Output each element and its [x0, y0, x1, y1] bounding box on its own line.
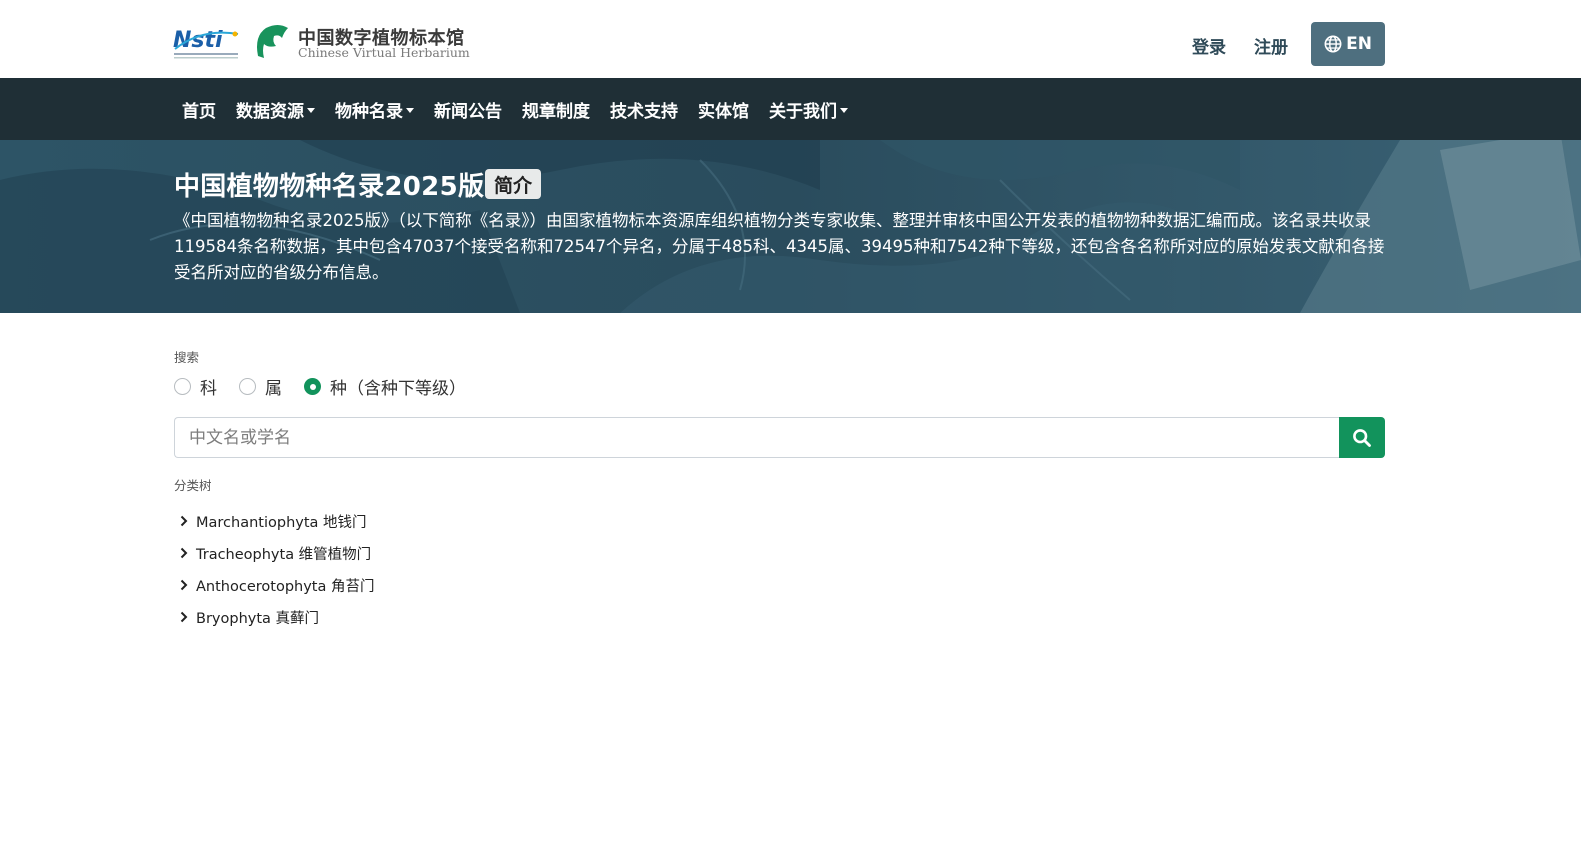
- tree-node-marchantiophyta[interactable]: Marchantiophyta 地钱门: [178, 505, 374, 537]
- main-navbar: 首页 数据资源 物种名录 新闻公告 规章制度 技术支持 实体馆 关于我们: [0, 78, 1581, 140]
- tree-node-tracheophyta[interactable]: Tracheophyta 维管植物门: [178, 537, 374, 569]
- radio-label: 属: [265, 379, 282, 399]
- nav-item-data-resources[interactable]: 数据资源: [226, 97, 325, 122]
- search-input[interactable]: [174, 417, 1340, 458]
- radio-label: 科: [200, 379, 217, 399]
- nav-item-physical-museum[interactable]: 实体馆: [688, 97, 759, 122]
- taxonomy-tree: Marchantiophyta 地钱门 Tracheophyta 维管植物门 A…: [178, 505, 374, 633]
- search-section-label: 搜索: [174, 350, 200, 365]
- search-button[interactable]: [1339, 417, 1385, 458]
- nav-item-label: 新闻公告: [434, 101, 502, 122]
- tree-node-label: Bryophyta 真藓门: [196, 610, 320, 627]
- language-switch-label: EN: [1346, 34, 1372, 54]
- nav-item-home[interactable]: 首页: [172, 97, 226, 122]
- chevron-right-icon[interactable]: [178, 611, 190, 623]
- search-icon: [1353, 428, 1371, 447]
- nav-item-label: 关于我们: [769, 101, 837, 122]
- tree-node-bryophyta[interactable]: Bryophyta 真藓门: [178, 601, 374, 633]
- tree-node-label: Anthocerotophyta 角苔门: [196, 578, 375, 595]
- language-switch-button[interactable]: EN: [1311, 22, 1385, 66]
- nav-item-label: 首页: [182, 101, 216, 122]
- nav-item-label: 物种名录: [335, 101, 403, 122]
- top-header: Nsti 中国数字植物标本馆 Chinese Virtual Herbarium…: [0, 0, 1581, 78]
- nav-item-species-catalog[interactable]: 物种名录: [325, 97, 424, 122]
- radio-genus[interactable]: 属: [239, 374, 282, 399]
- nav-menu: 首页 数据资源 物种名录 新闻公告 规章制度 技术支持 实体馆 关于我们: [172, 78, 858, 140]
- radio-button-checked[interactable]: [304, 378, 321, 395]
- radio-family[interactable]: 科: [174, 374, 217, 399]
- nsti-logo[interactable]: Nsti: [172, 22, 242, 62]
- caret-down-icon: [406, 107, 414, 113]
- caret-down-icon: [840, 107, 848, 113]
- nav-item-label: 技术支持: [610, 101, 678, 122]
- chevron-right-icon[interactable]: [178, 515, 190, 527]
- caret-down-icon: [307, 107, 315, 113]
- nav-item-label: 规章制度: [522, 101, 590, 122]
- tree-node-anthocerotophyta[interactable]: Anthocerotophyta 角苔门: [178, 569, 374, 601]
- nsti-logo-text: Nsti: [173, 28, 223, 53]
- radio-button[interactable]: [174, 378, 191, 395]
- taxonomy-tree-label: 分类树: [174, 478, 212, 493]
- nav-item-tech-support[interactable]: 技术支持: [600, 97, 688, 122]
- nav-item-news[interactable]: 新闻公告: [424, 97, 512, 122]
- chevron-right-icon[interactable]: [178, 579, 190, 591]
- page-title: 中国植物物种名录2025版: [174, 172, 485, 202]
- ginkgo-leaf-logo: [257, 25, 288, 58]
- nav-item-about-us[interactable]: 关于我们: [759, 97, 858, 122]
- radio-button[interactable]: [239, 378, 256, 395]
- radio-label: 种（含种下等级）: [330, 379, 466, 399]
- catalog-description: 《中国植物物种名录2025版》（以下简称《名录》）由国家植物标本资源库组织植物分…: [174, 211, 1385, 282]
- brand-name-en[interactable]: Chinese Virtual Herbarium: [298, 45, 470, 60]
- search-rank-radio-group: 科 属 种（含种下等级）: [174, 374, 488, 399]
- radio-species[interactable]: 种（含种下等级）: [304, 374, 466, 399]
- nav-item-label: 实体馆: [698, 101, 749, 122]
- tree-node-label: Tracheophyta 维管植物门: [196, 546, 372, 563]
- nav-item-label: 数据资源: [236, 101, 304, 122]
- chevron-right-icon[interactable]: [178, 547, 190, 559]
- nav-item-regulations[interactable]: 规章制度: [512, 97, 600, 122]
- login-link[interactable]: 登录: [1192, 33, 1226, 58]
- intro-button[interactable]: 简介: [485, 169, 541, 199]
- tree-node-label: Marchantiophyta 地钱门: [196, 514, 367, 531]
- register-link[interactable]: 注册: [1254, 33, 1288, 58]
- globe-icon: [1324, 35, 1342, 53]
